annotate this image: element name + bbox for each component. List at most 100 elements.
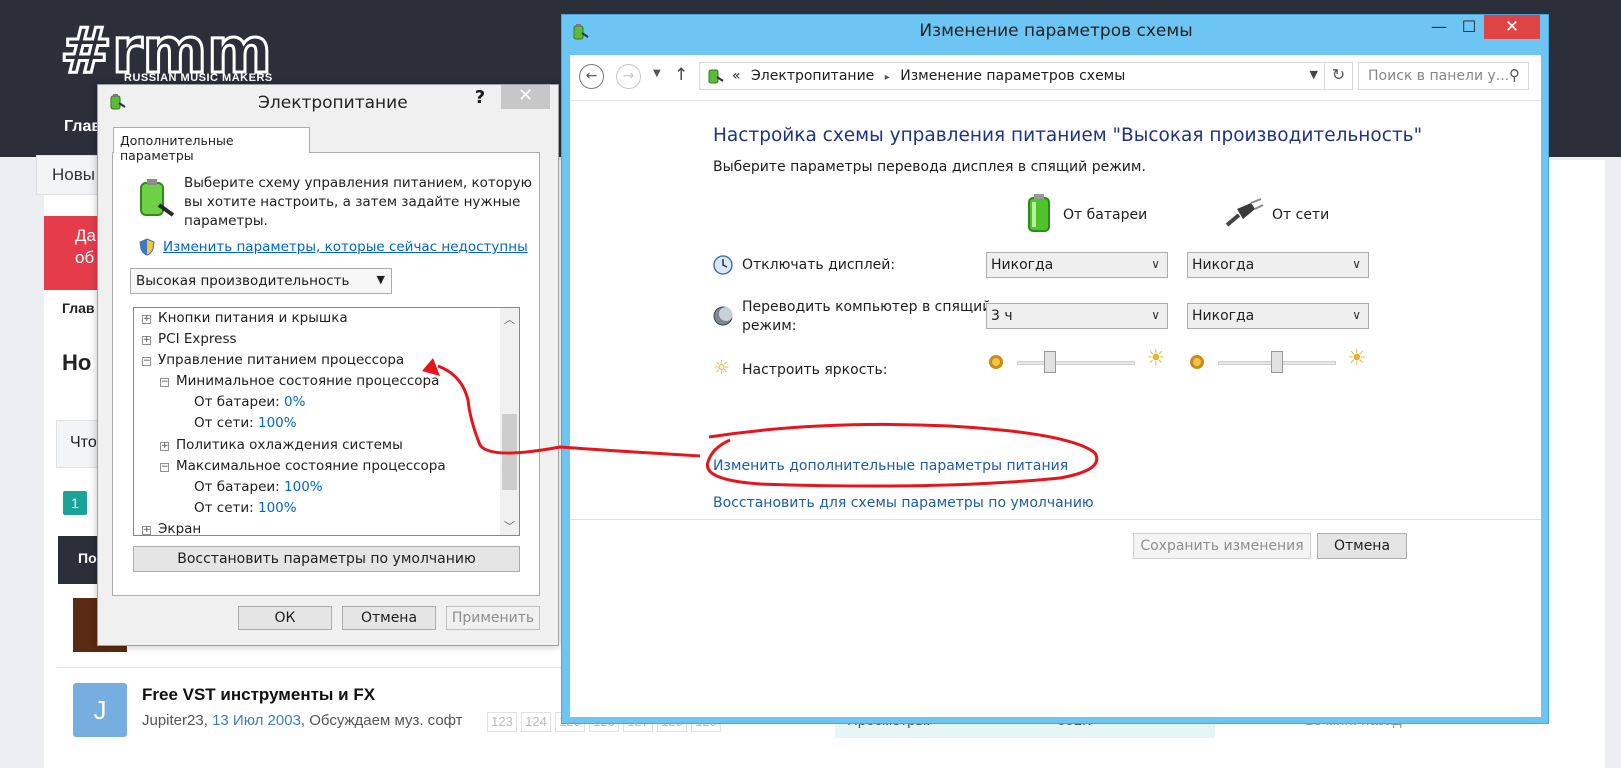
maximize-icon[interactable]: ☐ — [1455, 16, 1483, 40]
chevron-right-icon[interactable]: ▸ — [885, 72, 890, 83]
brightness-ac-slider[interactable] — [1218, 351, 1336, 375]
dialog-titlebar[interactable]: Электропитание ? ✕ — [98, 85, 558, 119]
tree-item-cooling[interactable]: + Политика охлаждения системы — [160, 437, 403, 453]
expand-icon[interactable]: + — [142, 336, 151, 345]
tree-item-label: Минимальное состояние процессора — [176, 373, 440, 389]
tree-item-buttons[interactable]: + Кнопки питания и крышка — [142, 310, 348, 326]
chevron-down-icon: ▼ — [376, 273, 385, 286]
tree-item-value[interactable]: 100% — [284, 479, 323, 495]
breadcrumb-power-options[interactable]: Электропитание — [751, 68, 874, 84]
power-scheme-value: Высокая производительность — [136, 273, 350, 289]
thread-date: 13 Июл 2003 — [212, 712, 301, 729]
expand-icon[interactable]: + — [160, 442, 169, 451]
uac-shield-icon — [139, 238, 155, 256]
tree-item-max-state[interactable]: − Максимальное состояние процессора — [160, 458, 446, 474]
window-title: Изменение параметров схемы — [919, 21, 1193, 41]
tree-item-cpu[interactable]: − Управление питанием процессора — [142, 352, 404, 368]
refresh-icon[interactable]: ↻ — [1325, 62, 1353, 90]
save-changes-button[interactable]: Сохранить изменения — [1133, 533, 1311, 559]
chevron-up-icon[interactable]: ︿ — [503, 311, 516, 326]
expand-icon[interactable]: + — [142, 526, 151, 535]
tree-item-value[interactable]: 100% — [258, 415, 297, 431]
dialog-title: Электропитание — [258, 93, 408, 113]
tree-item-max-ac[interactable]: От сети: 100% — [194, 500, 297, 516]
thread-forum[interactable]: Обсуждаем муз. софт — [309, 712, 462, 729]
expand-icon[interactable]: + — [142, 315, 151, 324]
logo-subtext: RUSSIAN MUSIC MAKERS — [124, 72, 273, 84]
tab-advanced-settings[interactable]: Дополнительные параметры — [113, 127, 310, 163]
brightness-high-icon: ☀ — [1347, 346, 1367, 371]
power-battery-icon — [110, 94, 126, 110]
select-value: Никогда — [991, 257, 1054, 273]
close-icon[interactable]: ✕ — [501, 85, 550, 109]
avatar[interactable]: J — [73, 683, 127, 737]
sleep-ac-select[interactable]: Никогда ∨ — [1187, 303, 1369, 329]
slider-thumb[interactable] — [1271, 351, 1283, 373]
breadcrumb-current[interactable]: Изменение параметров схемы — [900, 68, 1125, 84]
site-logo[interactable]: #rmm RUSSIAN MUSIC MAKERS — [59, 13, 275, 90]
sleep-battery-select[interactable]: 3 ч ∨ — [986, 303, 1168, 329]
address-bar[interactable]: « Электропитание ▸ Изменение параметров … — [699, 62, 1325, 90]
power-options-dialog: Электропитание ? ✕ Дополнительные параме… — [97, 84, 559, 646]
collapse-icon[interactable]: − — [142, 357, 151, 366]
collapse-icon[interactable]: − — [160, 463, 169, 472]
dialog-description: Выберите схему управления питанием, кото… — [184, 175, 532, 229]
cancel-button[interactable]: Отмена — [342, 606, 436, 630]
tree-item-screen[interactable]: + Экран — [142, 521, 201, 535]
scrollbar-thumb[interactable] — [502, 414, 517, 490]
sleep-moon-icon — [713, 306, 733, 326]
forward-icon[interactable]: → — [616, 64, 641, 89]
power-plan-icon — [140, 179, 175, 217]
brightness-label: Настроить яркость: — [742, 362, 888, 378]
restore-defaults-link[interactable]: Восстановить для схемы параметры по умол… — [713, 495, 1094, 511]
display-off-ac-select[interactable]: Никогда ∨ — [1187, 252, 1369, 278]
history-chevron-icon[interactable]: ▼ — [653, 68, 661, 79]
power-scheme-select[interactable]: Высокая производительность ▼ — [130, 268, 392, 294]
apply-button[interactable]: Применить — [446, 606, 540, 630]
chevron-down-icon[interactable]: ﹀ — [503, 518, 516, 533]
thread-author[interactable]: Jupiter23 — [142, 712, 204, 729]
page-link[interactable]: 123 — [487, 712, 517, 732]
close-icon[interactable]: ✕ — [1484, 15, 1540, 39]
column-plugged-in: От сети — [1272, 207, 1330, 223]
site-page-badge[interactable]: 1 — [63, 491, 87, 515]
tree-item-value[interactable]: 0% — [284, 394, 305, 410]
up-icon[interactable]: ↑ — [674, 65, 688, 85]
site-breadcrumb[interactable]: Глав — [62, 300, 95, 316]
back-icon[interactable]: ← — [579, 64, 604, 89]
tree-item-label: От батареи: — [194, 394, 280, 410]
breadcrumb-separator: « — [732, 68, 741, 84]
tree-scrollbar[interactable]: ︿ ﹀ — [500, 308, 519, 535]
control-panel-icon — [708, 69, 724, 84]
advanced-settings-tree[interactable]: + Кнопки питания и крышка + PCI Express … — [133, 307, 520, 536]
tree-item-label: От батареи: — [194, 479, 280, 495]
tree-item-min-battery[interactable]: От батареи: 0% — [194, 394, 305, 410]
search-input[interactable]: Поиск в панели у... — [1358, 62, 1529, 90]
brightness-sun-icon: ☼ — [713, 357, 731, 379]
display-off-battery-select[interactable]: Никогда ∨ — [986, 252, 1168, 278]
minimize-icon[interactable]: — — [1424, 16, 1454, 40]
tree-item-max-battery[interactable]: От батареи: 100% — [194, 479, 323, 495]
collapse-icon[interactable]: − — [160, 378, 169, 387]
tree-item-pci[interactable]: + PCI Express — [142, 331, 237, 347]
restore-defaults-button[interactable]: Восстановить параметры по умолчанию — [133, 546, 520, 572]
brightness-battery-slider[interactable] — [1017, 351, 1135, 375]
cancel-button[interactable]: Отмена — [1317, 533, 1407, 559]
thread-title[interactable]: Free VST инструменты и FX — [142, 685, 375, 705]
brightness-high-icon: ☀ — [1146, 346, 1166, 371]
tree-item-min-state[interactable]: − Минимальное состояние процессора — [160, 373, 439, 389]
change-unavailable-settings-link[interactable]: Изменить параметры, которые сейчас недос… — [163, 239, 528, 255]
ok-button[interactable]: ОК — [238, 606, 332, 630]
help-icon[interactable]: ? — [470, 87, 490, 111]
slider-thumb[interactable] — [1044, 351, 1056, 373]
sleep-label: Переводить компьютер в спящий режим: — [742, 299, 992, 334]
battery-icon — [1028, 194, 1050, 232]
tree-item-min-ac[interactable]: От сети: 100% — [194, 415, 297, 431]
change-advanced-settings-link[interactable]: Изменить дополнительные параметры питани… — [713, 458, 1068, 474]
site-nav-home[interactable]: Глав — [64, 118, 101, 136]
chevron-down-icon[interactable]: ▼ — [1310, 68, 1318, 81]
search-icon[interactable]: ⚲ — [1509, 66, 1520, 84]
page-link[interactable]: 124 — [521, 712, 551, 732]
tree-item-value[interactable]: 100% — [258, 500, 297, 516]
slider-track — [1017, 361, 1135, 365]
